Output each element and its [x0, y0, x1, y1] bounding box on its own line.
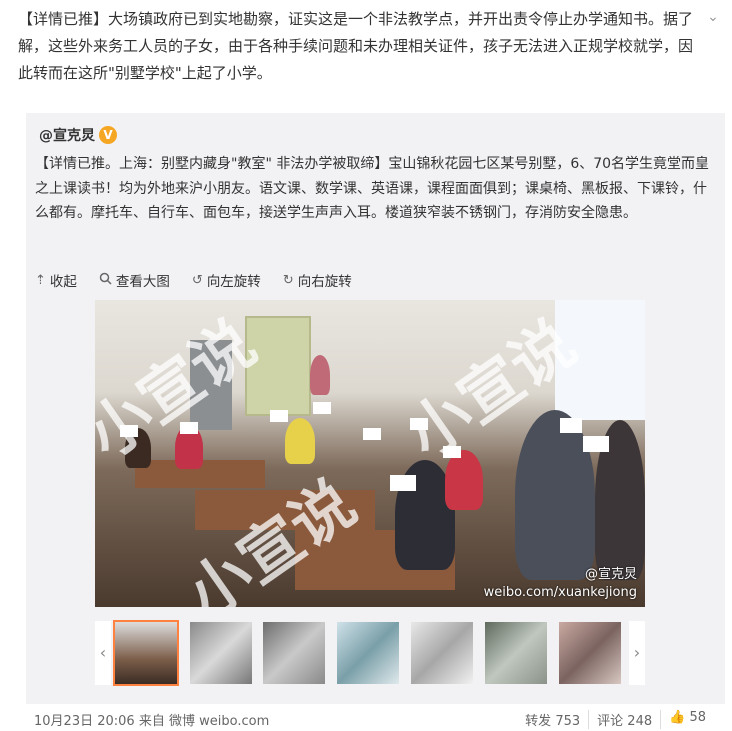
- thumbs-up-icon: 👍: [669, 710, 686, 725]
- repost-count: 753: [555, 714, 581, 729]
- rotate-left-icon: ↺: [191, 272, 203, 288]
- view-large-button[interactable]: 查看大图: [99, 270, 170, 290]
- thumbnail[interactable]: [411, 622, 473, 684]
- repost-button[interactable]: 转发 753: [517, 710, 588, 729]
- post-text: 【详情已推】大场镇政府已到实地勘察，证实这是一个非法教学点，并开出责令停止办学通…: [18, 6, 698, 87]
- thumbnail[interactable]: [337, 622, 399, 684]
- from-label: 来自: [138, 714, 165, 729]
- comment-button[interactable]: 评论 248: [588, 710, 660, 729]
- repost-author[interactable]: @宣克炅 V: [39, 125, 117, 145]
- thumbnail[interactable]: [485, 622, 547, 684]
- collapse-label: 收起: [49, 274, 77, 290]
- photo-teacher: [310, 355, 330, 395]
- verified-badge-icon: V: [99, 126, 117, 144]
- repost-label: 转发: [525, 714, 552, 729]
- chevron-left-icon[interactable]: ‹: [95, 621, 111, 685]
- collapse-icon: ⇡: [35, 272, 46, 288]
- repost-text: 【详情已推。上海：别墅内藏身"教室" 非法办学被取缔】宝山锦秋花园七区某号别墅，…: [35, 156, 710, 221]
- post-text-lead: 【详情已推】: [18, 10, 109, 28]
- face-mask: [270, 410, 288, 422]
- collapse-button[interactable]: ⇡ 收起: [35, 270, 77, 291]
- post-meta: 10月23日 20:06 来自 微博 weibo.com: [34, 710, 269, 729]
- rotate-right-label: 向右旋转: [297, 274, 352, 290]
- thumbnail-strip: ‹ ›: [95, 620, 647, 687]
- face-mask: [583, 436, 609, 452]
- photo-credit-url: weibo.com/xuankejiong: [483, 585, 637, 600]
- face-mask: [363, 428, 381, 440]
- face-mask: [560, 418, 582, 433]
- repost-card: @宣克炅 V 【详情已推。上海：别墅内藏身"教室" 非法办学被取缔】宝山锦秋花园…: [26, 113, 725, 704]
- chevron-right-icon[interactable]: ›: [629, 621, 645, 685]
- thumbnail[interactable]: [263, 622, 325, 684]
- thumbnail[interactable]: [190, 622, 252, 684]
- rotate-left-button[interactable]: ↺ 向左旋转: [191, 270, 261, 291]
- post-source[interactable]: 微博 weibo.com: [169, 714, 269, 729]
- photo-credit: @宣克炅 weibo.com/xuankejiong: [484, 566, 637, 602]
- face-mask: [313, 402, 331, 414]
- face-mask: [390, 475, 416, 491]
- comment-count: 248: [627, 714, 653, 729]
- rotate-left-label: 向左旋转: [206, 274, 261, 290]
- chevron-down-icon[interactable]: ⌄: [704, 8, 722, 26]
- view-large-label: 查看大图: [115, 274, 170, 290]
- repost-author-name[interactable]: @宣克炅: [39, 125, 95, 145]
- thumbnail[interactable]: [559, 622, 621, 684]
- photo-credit-handle: @宣克炅: [584, 567, 637, 582]
- photo-student: [285, 418, 315, 464]
- main-photo[interactable]: 小宣说 小宣说 小宣说 @宣克炅 weibo.com/xuankejiong: [95, 300, 645, 607]
- like-button[interactable]: 👍 58: [660, 710, 714, 729]
- thumbnail[interactable]: [113, 620, 179, 686]
- like-count: 58: [689, 710, 706, 725]
- search-icon: [99, 272, 112, 289]
- rotate-right-button[interactable]: ↻ 向右旋转: [282, 270, 352, 291]
- comment-label: 评论: [597, 714, 624, 729]
- post-actions: 转发 753 评论 248 👍 58: [517, 710, 714, 729]
- image-toolbar: ⇡ 收起 查看大图 ↺ 向左旋转 ↻ 向右旋转: [35, 270, 352, 290]
- post-time[interactable]: 10月23日 20:06: [34, 714, 135, 729]
- post-text-body: 大场镇政府已到实地勘察，证实这是一个非法教学点，并开出责令停止办学通知书。据了解…: [18, 10, 694, 82]
- rotate-right-icon: ↻: [282, 272, 294, 288]
